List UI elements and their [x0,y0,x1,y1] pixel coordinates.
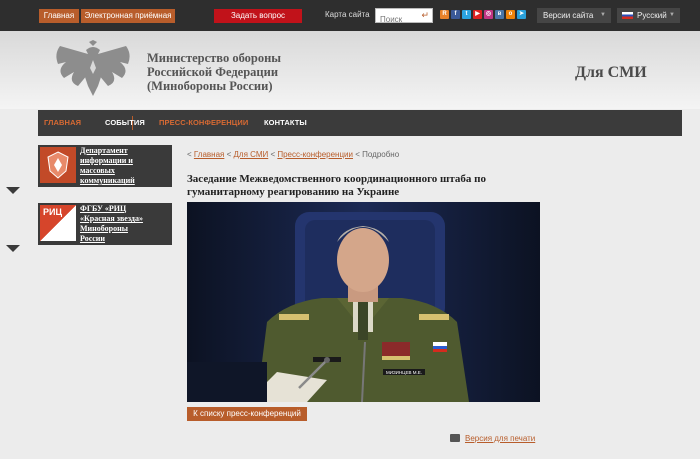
sidebar-label-line: ФГБУ «РИЦ [80,204,127,213]
breadcrumb-press-conferences[interactable]: Пресс-конференции [277,150,353,159]
vk-icon[interactable]: в [495,10,504,19]
sidebar-label-line: России [80,234,106,243]
ric-logo-icon: РИЦ [40,205,76,241]
ministry-name-line2: Российской Федерации [147,65,279,79]
sitemap-link[interactable]: Карта сайта [325,10,370,19]
printer-icon [450,434,460,442]
chevron-down-icon: ▼ [669,12,675,18]
uniform-nameplate: МИЗИНЦЕВ М.Е. [386,370,422,375]
twitter-icon[interactable]: t [462,10,471,19]
search-box: ↵ [375,8,433,26]
ministry-name-line1: Министерство обороны [147,51,282,65]
sidebar-label-line: массовых [80,166,115,175]
coat-of-arms-eagle-icon[interactable] [50,40,136,98]
ministry-name-line3: (Минобороны России) [147,79,273,93]
sidebar-label-line: коммуникаций [80,176,135,185]
sidebar-pointer [6,187,20,194]
sidebar-label-line: «Красная звезда» [80,214,143,223]
press-conference-video[interactable]: МИЗИНЦЕВ М.Е. [187,202,540,402]
sidebar-item-label: ФГБУ «РИЦ «Красная звезда» Минобороны Ро… [80,204,143,244]
sidebar-pointer [6,245,20,252]
nav-item-events[interactable]: СОБЫТИЯ [105,118,145,127]
print-version-label: Версия для печати [465,434,536,443]
video-frame-image: МИЗИНЦЕВ М.Е. [187,202,540,402]
language-label: Русский [637,11,667,20]
breadcrumb-current: Подробно [362,150,400,159]
breadcrumb: < Главная < Для СМИ < Пресс-конференции … [187,150,400,159]
youtube-icon[interactable]: ▶ [473,10,482,19]
russian-flag-icon [622,12,633,19]
sidebar-item-label: Департамент информации и массовых коммун… [80,146,135,186]
site-versions-dropdown[interactable]: Версии сайта ▼ [537,8,611,23]
ministry-name[interactable]: Министерство обороны Российской Федераци… [147,51,281,93]
odnoklassniki-icon[interactable]: о [506,10,515,19]
article-title: Заседание Межведомственного координацион… [187,173,486,198]
ask-question-button[interactable]: Задать вопрос [214,9,302,23]
language-dropdown[interactable]: Русский ▼ [617,8,680,23]
ric-badge: РИЦ [43,207,63,217]
breadcrumb-media[interactable]: Для СМИ [233,150,268,159]
home-link[interactable]: Главная [39,9,79,23]
nav-item-home[interactable]: ГЛАВНАЯ [44,118,81,127]
chevron-down-icon: ▼ [600,12,606,18]
sidebar-item-red-star[interactable]: РИЦ ФГБУ «РИЦ «Красная звезда» Миноборон… [38,203,172,245]
facebook-icon[interactable]: f [451,10,460,19]
search-input[interactable] [376,13,418,26]
print-version-link[interactable]: Версия для печати [450,434,535,443]
site-header: Министерство обороны Российской Федераци… [0,31,700,109]
nav-item-press-conferences[interactable]: ПРЕСС-КОНФЕРЕНЦИИ [159,118,248,127]
top-bar: Главная Электронная приёмная Задать вопр… [0,0,700,31]
department-emblem-icon [40,147,76,183]
sidebar-label-line: Департамент [80,146,128,155]
rss-icon[interactable]: R [440,10,449,19]
telegram-icon[interactable]: ➤ [517,10,526,19]
sidebar-item-information-department[interactable]: Департамент информации и массовых коммун… [38,145,172,187]
instagram-icon[interactable]: ◎ [484,10,493,19]
nav-item-contacts[interactable]: КОНТАКТЫ [264,118,307,127]
electronic-reception-link[interactable]: Электронная приёмная [81,9,175,23]
main-nav: ГЛАВНАЯ СОБЫТИЯ ПРЕСС-КОНФЕРЕНЦИИ КОНТАК… [38,110,682,136]
section-title: Для СМИ [575,64,647,81]
search-submit-icon[interactable]: ↵ [421,10,429,21]
back-to-list-button[interactable]: К списку пресс-конференций [187,407,307,421]
sidebar-label-line: Минобороны [80,224,128,233]
site-versions-label: Версии сайта [543,11,594,20]
sidebar-label-line: информации и [80,156,133,165]
breadcrumb-home[interactable]: Главная [194,150,224,159]
